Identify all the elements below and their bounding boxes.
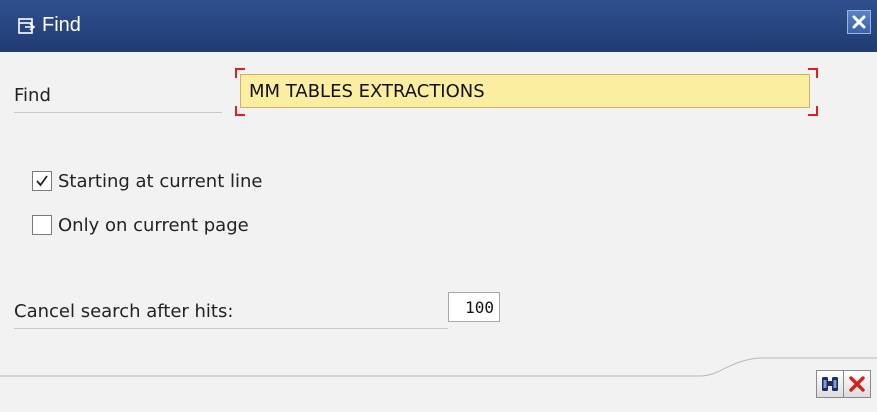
dialog-titlebar: Find [0,0,877,52]
starting-at-current-line-label: Starting at current line [58,170,263,192]
dialog-title: Find [42,14,81,36]
find-button[interactable] [816,370,844,398]
option-only-on-current-page[interactable]: Only on current page [32,212,249,238]
find-label: Find [14,80,222,113]
hits-input[interactable] [448,292,500,322]
option-starting-at-current-line[interactable]: Starting at current line [32,168,262,194]
footer-divider [0,357,877,377]
cancel-search-after-hits-label: Cancel search after hits: [14,296,448,329]
only-on-current-page-label: Only on current page [58,214,249,236]
find-dialog-icon [18,18,36,36]
cancel-button[interactable] [843,370,871,398]
close-button[interactable] [847,10,871,34]
starting-at-current-line-checkbox[interactable] [32,171,52,191]
checkmark-icon [36,175,48,187]
only-on-current-page-checkbox[interactable] [32,215,52,235]
find-input[interactable] [240,74,810,108]
